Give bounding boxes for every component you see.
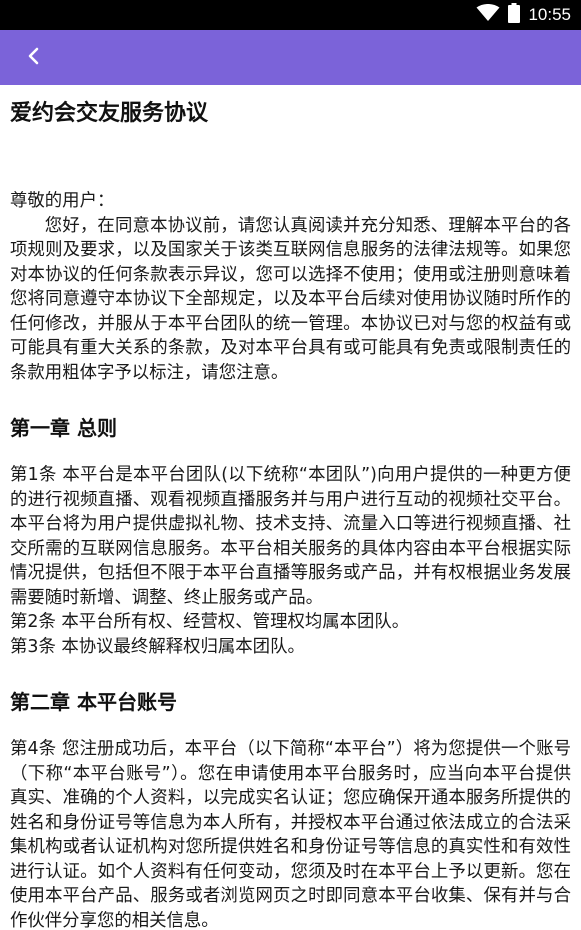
status-bar: 10:55 bbox=[0, 0, 581, 30]
greeting: 尊敬的用户： bbox=[10, 191, 115, 211]
status-time: 10:55 bbox=[528, 5, 571, 24]
chevron-left-icon bbox=[26, 46, 42, 70]
app-bar bbox=[0, 30, 581, 85]
article: 第3条 本协议最终解释权归属本团队。 bbox=[10, 636, 305, 657]
battery-icon bbox=[508, 3, 521, 27]
status-icons: 10:55 bbox=[476, 0, 571, 30]
chapter-heading: 第二章 本平台账号 bbox=[10, 690, 177, 714]
back-button[interactable] bbox=[10, 30, 58, 85]
article: 第1条 本平台是本平台团队(以下统称“本团队”)向用户提供的一种更方便的进行视频… bbox=[10, 465, 571, 608]
chapter-heading: 第一章 总则 bbox=[10, 416, 117, 440]
page-title: 爱约会交友服务协议 bbox=[10, 101, 209, 126]
wifi-icon bbox=[476, 3, 500, 26]
article: 第4条 您注册成功后，本平台（以下简称“本平台”）将为您提供一个账号（下称“本平… bbox=[10, 739, 571, 930]
agreement-content[interactable]: 爱约会交友服务协议 尊敬的用户： 您好，在同意本协议前，请您认真阅读并充分知悉、… bbox=[0, 85, 581, 930]
intro-paragraph: 您好，在同意本协议前，请您认真阅读并充分知悉、理解本平台的各项规则及要求，以及国… bbox=[10, 215, 571, 383]
article: 第2条 本平台所有权、经营权、管理权均属本团队。 bbox=[10, 612, 410, 632]
